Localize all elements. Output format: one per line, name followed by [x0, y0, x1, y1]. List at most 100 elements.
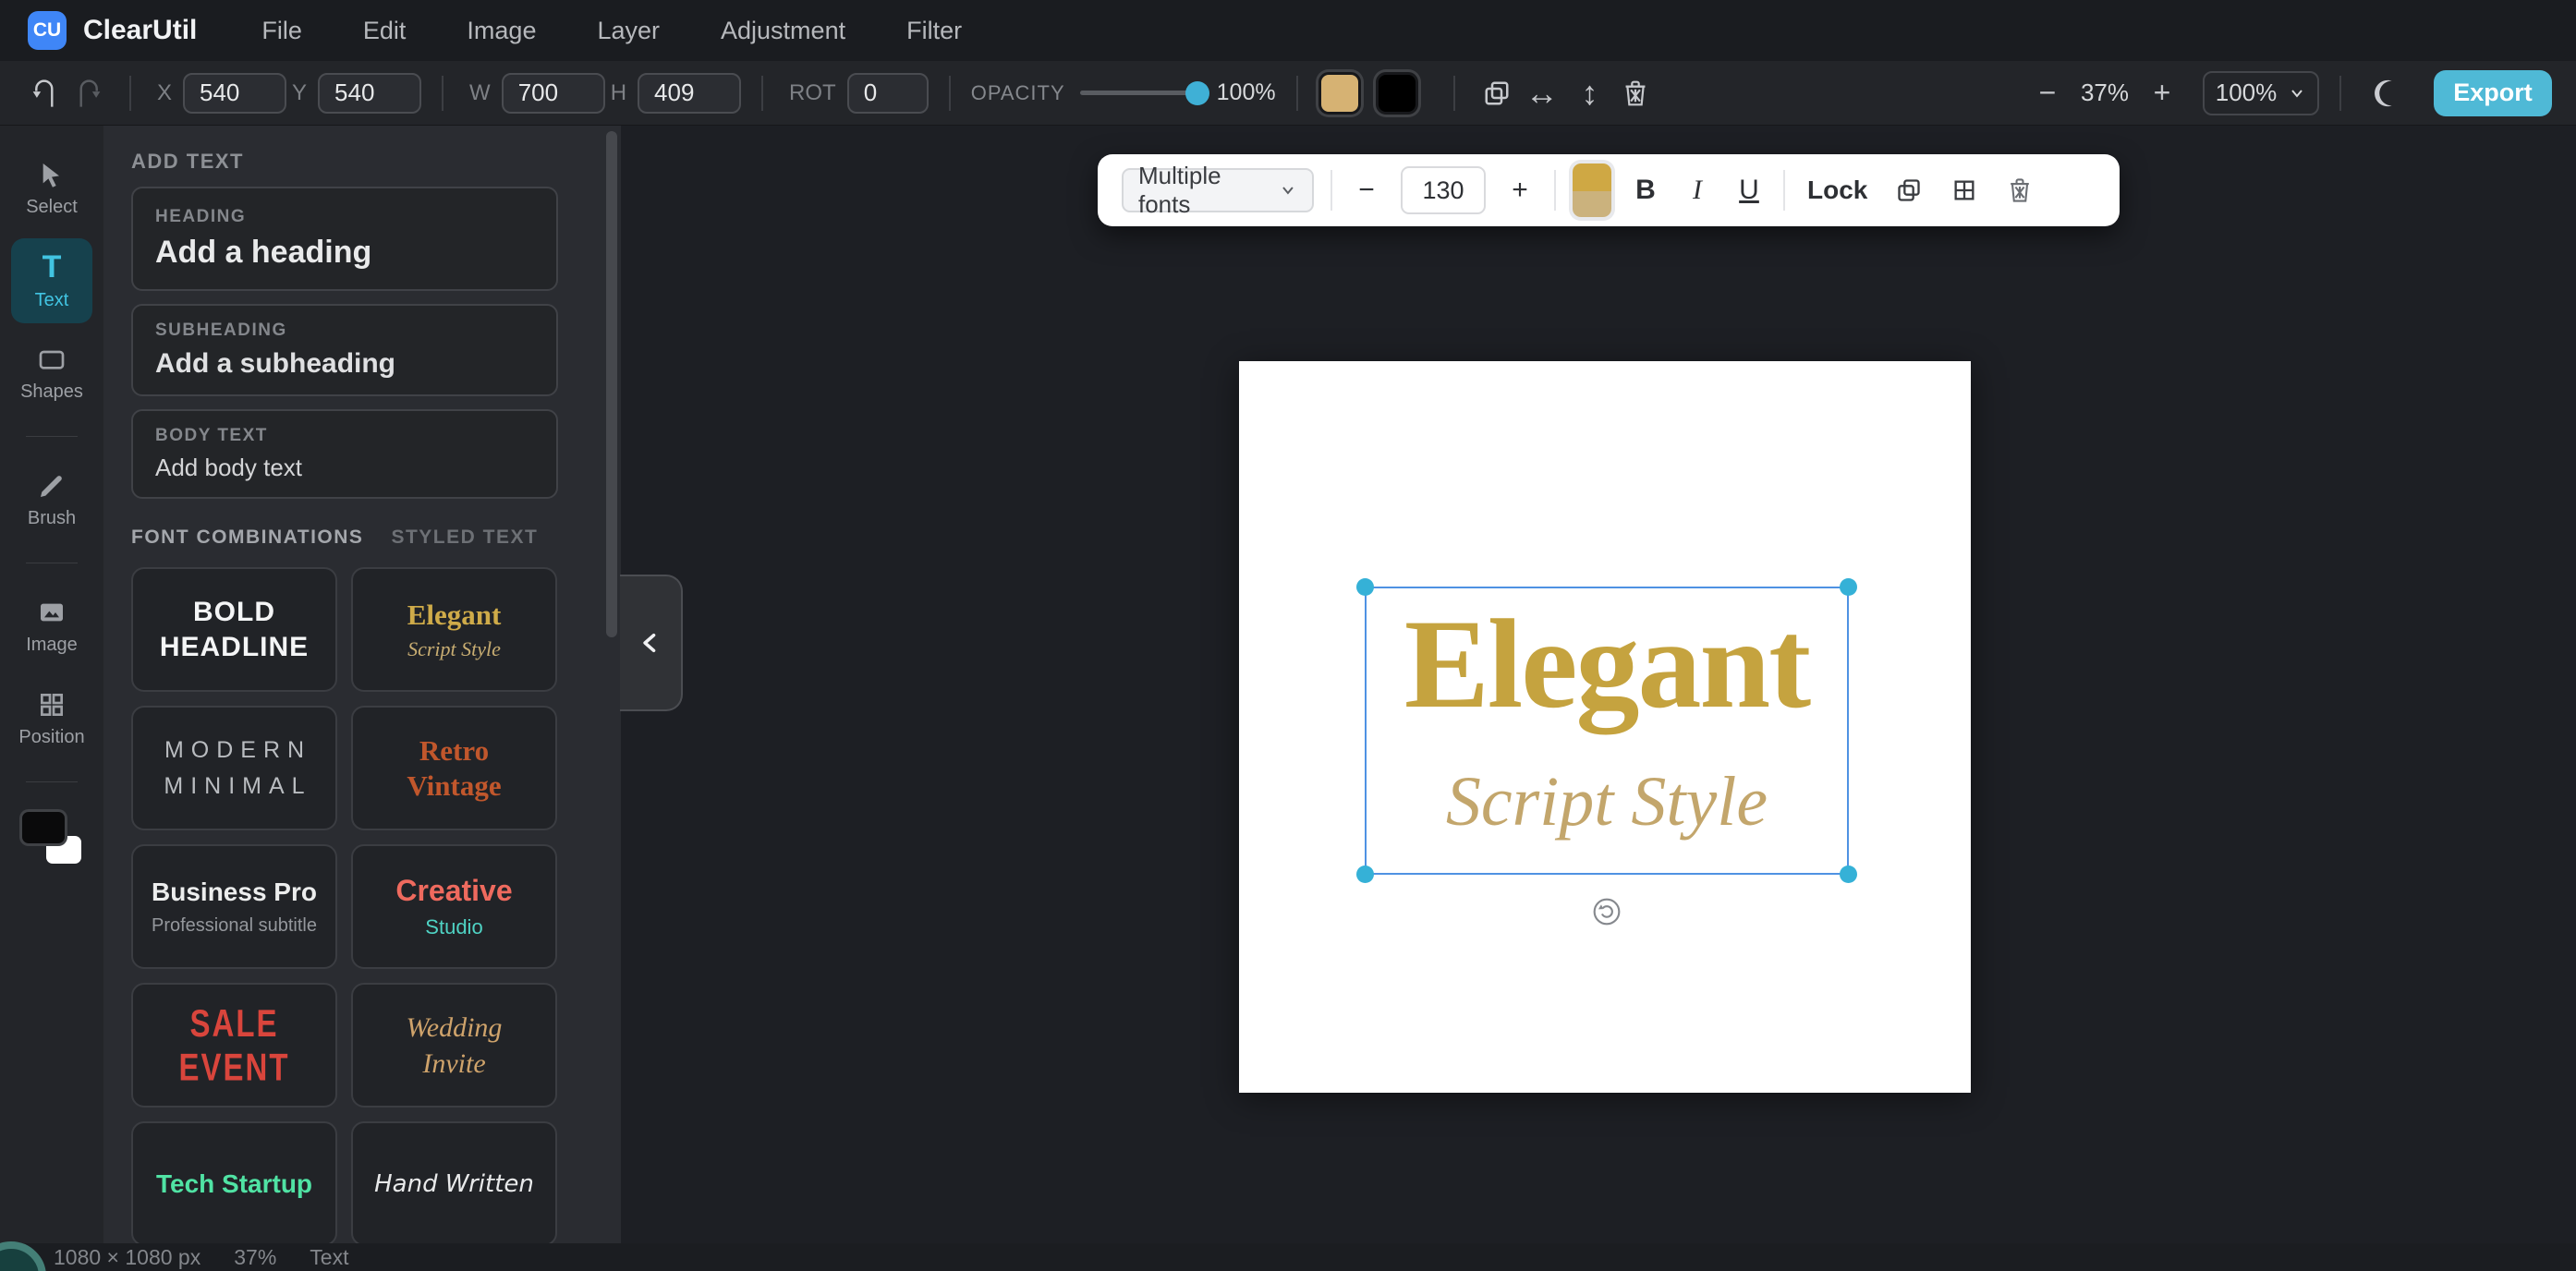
tool-select[interactable]: Select — [11, 146, 92, 231]
tool-position[interactable]: Position — [11, 676, 92, 761]
dark-mode-icon[interactable] — [2371, 78, 2402, 109]
foreground-color-swatch[interactable] — [22, 812, 65, 843]
chevron-down-icon — [1279, 181, 1297, 200]
duplicate-icon[interactable] — [1476, 72, 1518, 115]
toolbar-divider — [1331, 170, 1332, 211]
toolbar-divider — [442, 76, 444, 111]
add-heading-card[interactable]: HEADING Add a heading — [131, 187, 558, 291]
x-input[interactable] — [183, 73, 286, 114]
add-body-text-card[interactable]: BODY TEXT Add body text — [131, 409, 558, 499]
rotation-input[interactable] — [847, 73, 929, 114]
lock-button[interactable]: Lock — [1807, 176, 1867, 205]
image-icon — [37, 598, 67, 627]
underline-button[interactable]: U — [1732, 175, 1767, 206]
chevron-left-icon — [638, 631, 662, 655]
tool-image[interactable]: Image — [11, 584, 92, 669]
menu-filter[interactable]: Filter — [906, 17, 962, 45]
font-combo-business-pro[interactable]: Business Pro Professional subtitle — [131, 844, 337, 969]
font-combo-wedding-invite[interactable]: Wedding Invite — [351, 983, 557, 1108]
font-combo-creative-studio[interactable]: Creative Studio — [351, 844, 557, 969]
toolbar-divider — [1296, 76, 1298, 111]
panel-tabs: FONT COMBINATIONS STYLED TEXT — [131, 527, 621, 549]
panel-collapse-button[interactable] — [620, 575, 683, 711]
selection-handle-bottom-left[interactable] — [1356, 865, 1374, 883]
menu-layer[interactable]: Layer — [597, 17, 660, 45]
menu-file[interactable]: File — [261, 17, 302, 45]
toolbar-divider — [761, 76, 763, 111]
tool-shapes[interactable]: Shapes — [11, 331, 92, 416]
app-window: CU ClearUtil File Edit Image Layer Adjus… — [0, 0, 2576, 1271]
align-grid-icon[interactable] — [1945, 171, 1984, 210]
tool-brush[interactable]: Brush — [11, 457, 92, 542]
canvas-heading-text[interactable]: Elegant — [1367, 594, 1847, 734]
rotation-label: ROT — [789, 80, 836, 106]
rotate-handle-icon[interactable] — [1590, 895, 1623, 928]
zoom-in-button[interactable]: + — [2142, 76, 2182, 110]
height-input[interactable] — [638, 73, 741, 114]
stroke-color-swatch[interactable] — [1376, 72, 1418, 115]
undo-icon[interactable] — [24, 72, 67, 115]
font-size-decrease-button[interactable]: − — [1349, 175, 1384, 206]
add-subheading-card[interactable]: SUBHEADING Add a subheading — [131, 304, 558, 396]
tab-styled-text[interactable]: STYLED TEXT — [391, 527, 538, 549]
opacity-slider[interactable] — [1080, 91, 1198, 95]
tab-font-combinations[interactable]: FONT COMBINATIONS — [131, 527, 363, 549]
y-input[interactable] — [318, 73, 421, 114]
italic-button[interactable]: I — [1680, 175, 1715, 206]
font-size-input[interactable] — [1401, 166, 1486, 214]
grid-icon — [37, 690, 67, 720]
sidebar-divider — [26, 436, 78, 437]
properties-toolbar: X Y W H ROT OPACITY 100% ↔ ↕ − 37% + 100… — [0, 61, 2576, 126]
font-family-select[interactable]: Multiple fonts — [1122, 168, 1314, 212]
duplicate-icon[interactable] — [1889, 171, 1928, 210]
y-label: Y — [292, 80, 307, 106]
font-combinations-grid: BOLD HEADLINE Elegant Script Style MODER… — [131, 567, 557, 1243]
selection-box[interactable]: Elegant Script Style — [1365, 587, 1849, 875]
font-size-increase-button[interactable]: + — [1502, 175, 1537, 206]
delete-icon[interactable] — [2000, 171, 2039, 210]
selection-handle-bottom-right[interactable] — [1840, 865, 1857, 883]
toolbar-divider — [129, 76, 131, 111]
export-button[interactable]: Export — [2434, 70, 2552, 116]
flip-vertical-icon[interactable]: ↕ — [1566, 74, 1614, 113]
menu-image[interactable]: Image — [467, 17, 536, 45]
text-color-swatch[interactable] — [1573, 163, 1611, 217]
x-label: X — [157, 80, 172, 106]
font-combo-elegant[interactable]: Elegant Script Style — [351, 567, 557, 692]
menu-edit[interactable]: Edit — [363, 17, 407, 45]
body-text-sample: Add body text — [155, 454, 534, 482]
bold-button[interactable]: B — [1628, 175, 1663, 206]
panel-scrollbar[interactable] — [606, 131, 617, 637]
menu-adjustment[interactable]: Adjustment — [721, 17, 845, 45]
font-combo-bold-headline[interactable]: BOLD HEADLINE — [131, 567, 337, 692]
fill-color-swatch[interactable] — [1318, 72, 1361, 115]
foreground-background-swatches[interactable] — [22, 812, 81, 864]
opacity-slider-knob[interactable] — [1185, 81, 1209, 105]
toolbar-divider — [2339, 76, 2341, 111]
font-combo-tech-startup[interactable]: Tech Startup — [131, 1121, 337, 1243]
font-combo-retro-vintage[interactable]: Retro Vintage — [351, 706, 557, 830]
panel-title: ADD TEXT — [131, 150, 621, 174]
font-combo-hand-written[interactable]: Hand Written — [351, 1121, 557, 1243]
design-canvas[interactable]: Elegant Script Style — [1239, 361, 1971, 1093]
flip-horizontal-icon[interactable]: ↔ — [1518, 74, 1566, 113]
tool-text[interactable]: T Text — [11, 238, 92, 323]
font-combo-modern-minimal[interactable]: MODERN MINIMAL — [131, 706, 337, 830]
zoom-preset-value: 100% — [2216, 79, 2278, 107]
subheading-label: SUBHEADING — [155, 321, 534, 341]
canvas-dimensions: 1080 × 1080 px — [54, 1245, 200, 1270]
opacity-value: 100% — [1217, 79, 1276, 106]
menu-bar: CU ClearUtil File Edit Image Layer Adjus… — [0, 0, 2576, 61]
width-label: W — [469, 80, 491, 106]
heading-label: HEADING — [155, 207, 534, 227]
status-zoom: 37% — [234, 1245, 276, 1270]
zoom-out-button[interactable]: − — [2027, 76, 2068, 110]
font-combo-sale-event[interactable]: SALE EVENT — [131, 983, 337, 1108]
text-icon: T — [43, 251, 62, 283]
canvas-subheading-text[interactable]: Script Style — [1367, 762, 1847, 842]
redo-icon[interactable] — [67, 72, 109, 115]
text-format-toolbar: Multiple fonts − + B I U Lock — [1098, 154, 2120, 226]
zoom-preset-select[interactable]: 100% — [2203, 71, 2319, 115]
delete-icon[interactable] — [1614, 72, 1657, 115]
width-input[interactable] — [502, 73, 605, 114]
